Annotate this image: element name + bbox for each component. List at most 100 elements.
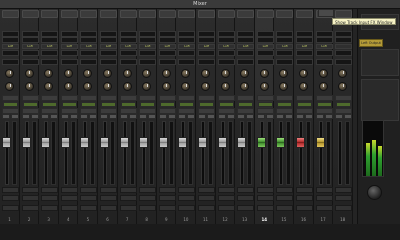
automation-button[interactable]	[179, 102, 195, 107]
volume-fader[interactable]	[21, 137, 31, 148]
record-button[interactable]	[2, 187, 19, 193]
automation-button[interactable]	[22, 102, 38, 107]
insert-slot[interactable]	[100, 37, 117, 43]
monitor-button[interactable]	[21, 195, 39, 201]
volume-fader[interactable]	[296, 137, 305, 148]
send-slot[interactable]	[217, 59, 235, 65]
insert-slot[interactable]	[315, 37, 333, 43]
mode-button[interactable]	[335, 95, 353, 101]
record-button[interactable]	[119, 187, 137, 193]
insert-slot[interactable]	[2, 37, 19, 43]
solo-button[interactable]	[226, 114, 235, 119]
insert-slot[interactable]	[217, 37, 235, 43]
insert-slot[interactable]	[80, 37, 98, 43]
automation-button[interactable]	[42, 102, 58, 107]
volume-fader[interactable]	[256, 137, 266, 148]
automation-button[interactable]	[277, 102, 293, 107]
group-slot[interactable]	[2, 205, 19, 211]
automation-button[interactable]	[218, 102, 234, 107]
monitor-button[interactable]	[60, 195, 78, 201]
channel-strip[interactable]: Lofi 3	[39, 9, 59, 224]
send-slot[interactable]	[21, 59, 39, 65]
insert-slot[interactable]	[21, 37, 39, 43]
record-button[interactable]	[315, 187, 333, 193]
pan-knob[interactable]	[142, 82, 152, 91]
group-slot[interactable]	[198, 205, 215, 211]
volume-fader[interactable]	[80, 137, 90, 148]
record-button[interactable]	[139, 187, 157, 193]
volume-fader[interactable]	[178, 137, 188, 148]
send-slot[interactable]	[41, 59, 59, 65]
mute-button[interactable]	[158, 114, 167, 119]
pan-knob[interactable]	[279, 82, 289, 91]
monitor-button[interactable]	[198, 195, 215, 201]
send-slot[interactable]	[256, 59, 274, 65]
group-slot[interactable]	[315, 205, 333, 211]
pan-knob[interactable]	[181, 82, 191, 91]
mode-button[interactable]	[60, 95, 78, 101]
mode-button[interactable]	[80, 95, 98, 101]
insert-slot[interactable]	[158, 37, 176, 43]
pan-knob[interactable]	[5, 82, 14, 91]
channel-strip[interactable]: Lofi 9	[156, 9, 177, 224]
mute-button[interactable]	[60, 114, 69, 119]
volume-fader[interactable]	[276, 137, 286, 148]
send-slot[interactable]	[178, 50, 196, 56]
send-slot[interactable]	[2, 50, 19, 56]
channel-header[interactable]	[296, 10, 313, 18]
mute-button[interactable]	[80, 114, 89, 119]
automation-button[interactable]	[3, 102, 18, 107]
insert-slot[interactable]	[178, 37, 196, 43]
solo-button[interactable]	[305, 114, 313, 119]
send-knob[interactable]	[259, 69, 269, 78]
record-button[interactable]	[100, 187, 117, 193]
group-slot[interactable]	[178, 205, 196, 211]
solo-button[interactable]	[148, 114, 157, 119]
volume-fader[interactable]	[237, 137, 247, 148]
pan-knob[interactable]	[161, 82, 171, 91]
send-knob[interactable]	[103, 69, 112, 78]
channel-header[interactable]	[198, 10, 215, 18]
volume-fader[interactable]	[315, 137, 325, 148]
pan-knob[interactable]	[299, 82, 308, 91]
automation-button[interactable]	[159, 102, 175, 107]
send-slot[interactable]	[119, 50, 137, 56]
send-slot[interactable]	[296, 59, 313, 65]
volume-fader[interactable]	[41, 137, 51, 148]
channel-strip[interactable]: Lofi 17	[313, 9, 334, 224]
monitor-button[interactable]	[100, 195, 117, 201]
mode-button[interactable]	[41, 95, 59, 101]
solo-button[interactable]	[285, 114, 294, 119]
send-slot[interactable]	[80, 50, 98, 56]
mode-button[interactable]	[178, 95, 196, 101]
monitor-button[interactable]	[80, 195, 98, 201]
send-knob[interactable]	[24, 69, 34, 78]
record-button[interactable]	[217, 187, 235, 193]
automation-button[interactable]	[316, 102, 332, 107]
mode-button[interactable]	[139, 95, 157, 101]
record-button[interactable]	[256, 187, 274, 193]
automation-button[interactable]	[257, 102, 273, 107]
monitor-button[interactable]	[2, 195, 19, 201]
pan-knob[interactable]	[103, 82, 112, 91]
automation-button[interactable]	[120, 102, 136, 107]
channel-header[interactable]	[158, 10, 176, 18]
channel-strip[interactable]: 18	[333, 9, 353, 224]
group-slot[interactable]	[158, 205, 176, 211]
record-button[interactable]	[158, 187, 176, 193]
pan-knob[interactable]	[240, 82, 250, 91]
group-slot[interactable]	[100, 205, 117, 211]
mute-button[interactable]	[139, 114, 148, 119]
group-slot[interactable]	[256, 205, 274, 211]
mute-button[interactable]	[296, 114, 304, 119]
volume-fader[interactable]	[158, 137, 168, 148]
channel-header[interactable]	[178, 10, 196, 18]
monitor-button[interactable]	[315, 195, 333, 201]
solo-button[interactable]	[89, 114, 98, 119]
mode-button[interactable]	[119, 95, 137, 101]
master-io-panel[interactable]	[361, 49, 399, 76]
group-slot[interactable]	[237, 205, 255, 211]
channel-header[interactable]	[139, 10, 157, 18]
mode-button[interactable]	[217, 95, 235, 101]
insert-slot[interactable]	[296, 37, 313, 43]
